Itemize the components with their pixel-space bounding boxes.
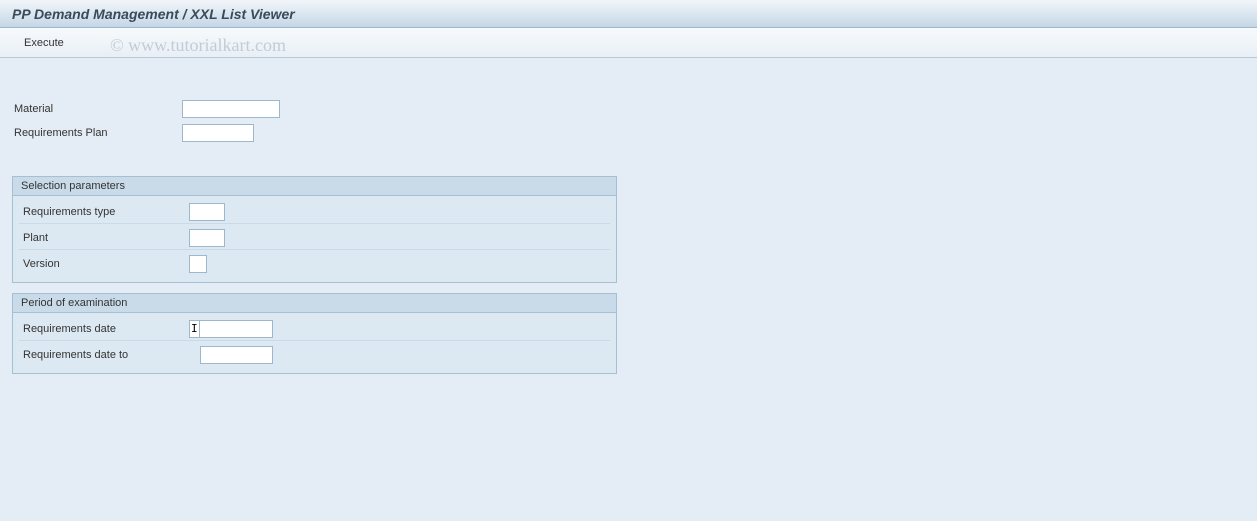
toolbar: Execute (0, 28, 1257, 58)
execute-button[interactable]: Execute (16, 33, 72, 53)
content-area: Material Requirements Plan Selection par… (0, 58, 1257, 386)
req-type-row: Requirements type (19, 200, 610, 224)
req-date-label: Requirements date (19, 323, 189, 335)
plant-input[interactable] (189, 229, 225, 247)
selection-parameters-group: Selection parameters Requirements type P… (12, 176, 617, 283)
reqplan-input[interactable] (182, 124, 254, 142)
page-title: PP Demand Management / XXL List Viewer (12, 6, 295, 22)
plant-label: Plant (19, 232, 189, 244)
req-date-to-input[interactable] (200, 346, 273, 364)
req-date-to-row: Requirements date to (19, 343, 610, 367)
material-input[interactable] (182, 100, 280, 118)
period-examination-header: Period of examination (13, 294, 616, 313)
material-row: Material (12, 98, 1245, 120)
req-date-cursor-marker: I (189, 320, 200, 338)
material-label: Material (12, 103, 182, 115)
version-input[interactable] (189, 255, 207, 273)
req-date-row: Requirements date I (19, 317, 610, 341)
version-row: Version (19, 252, 610, 276)
reqplan-label: Requirements Plan (12, 127, 182, 139)
reqplan-row: Requirements Plan (12, 122, 1245, 144)
title-bar: PP Demand Management / XXL List Viewer (0, 0, 1257, 28)
req-date-to-label: Requirements date to (19, 349, 189, 361)
req-date-input[interactable] (200, 320, 273, 338)
req-type-input[interactable] (189, 203, 225, 221)
req-type-label: Requirements type (19, 206, 189, 218)
period-examination-group: Period of examination Requirements date … (12, 293, 617, 374)
selection-parameters-header: Selection parameters (13, 177, 616, 196)
plant-row: Plant (19, 226, 610, 250)
version-label: Version (19, 258, 189, 270)
